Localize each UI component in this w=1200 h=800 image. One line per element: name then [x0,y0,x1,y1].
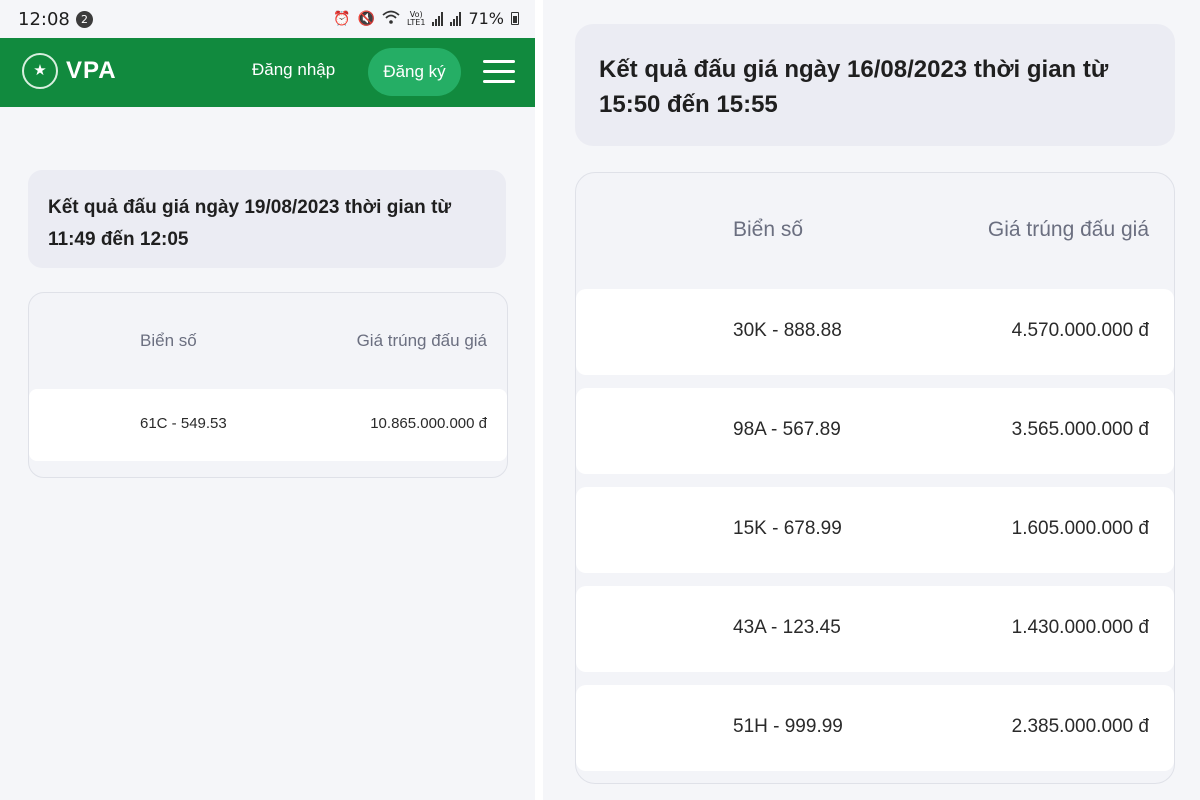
signal-icon [432,11,444,26]
results-table: Biển số Giá trúng đấu giá 61C - 549.53 1… [28,292,508,478]
battery-percent: 71% [468,9,504,28]
column-header-price: Giá trúng đấu giá [356,331,487,350]
winning-price: 10.865.000.000 đ [370,415,487,432]
hamburger-menu-icon[interactable] [483,60,515,84]
emblem-icon: ★ [22,53,58,89]
column-header-plate: Biển số [140,331,197,350]
winning-price: 2.385.000.000 đ [1011,716,1149,737]
notification-badge: 2 [76,11,93,28]
vpa-logo[interactable]: ★ VPA [22,53,117,89]
winning-price: 1.605.000.000 đ [1011,518,1149,539]
auction-title: Kết quả đấu giá ngày 19/08/2023 thời gia… [48,197,452,250]
column-header-plate: Biển số [733,218,804,241]
winning-price: 3.565.000.000 đ [1011,419,1149,440]
status-bar: 12:08 2 ⏰ 🔇 Vo) LTE1 71% [0,0,535,38]
table-row: 51H - 999.99 2.385.000.000 đ [576,685,1174,771]
winning-price: 1.430.000.000 đ [1011,617,1149,638]
table-row: 15K - 678.99 1.605.000.000 đ [576,487,1174,573]
status-icons: ⏰ 🔇 Vo) LTE1 71% [333,9,519,28]
auction-title-card: Kết quả đấu giá ngày 16/08/2023 thời gia… [575,24,1175,146]
signal-icon-2 [450,11,462,26]
plate-number: 43A - 123.45 [733,617,841,638]
site-header: ★ VPA Đăng nhập Đăng ký [0,38,535,107]
table-row: 98A - 567.89 3.565.000.000 đ [576,388,1174,474]
mute-icon: 🔇 [357,10,376,27]
right-screenshot: Kết quả đấu giá ngày 16/08/2023 thời gia… [543,0,1200,800]
table-row: 30K - 888.88 4.570.000.000 đ [576,289,1174,375]
register-button[interactable]: Đăng ký [368,48,461,96]
winning-price: 4.570.000.000 đ [1011,320,1149,341]
status-time: 12:08 [18,9,70,30]
battery-icon [511,12,519,25]
plate-number: 15K - 678.99 [733,518,842,539]
auction-title: Kết quả đấu giá ngày 16/08/2023 thời gia… [599,56,1109,118]
alarm-icon: ⏰ [333,10,351,27]
auction-title-card: Kết quả đấu giá ngày 19/08/2023 thời gia… [28,170,506,268]
left-screenshot: 12:08 2 ⏰ 🔇 Vo) LTE1 71% ★ VPA Đăng nhập … [0,0,535,800]
plate-number: 51H - 999.99 [733,716,843,737]
logo-text: VPA [66,57,117,84]
lte-label: Vo) LTE1 [407,9,426,27]
results-table: Biển số Giá trúng đấu giá 30K - 888.88 4… [575,172,1175,784]
column-header-price: Giá trúng đấu giá [987,218,1149,241]
wifi-icon [382,10,400,28]
table-row: 43A - 123.45 1.430.000.000 đ [576,586,1174,672]
plate-number: 98A - 567.89 [733,419,841,440]
plate-number: 61C - 549.53 [140,415,227,432]
login-link[interactable]: Đăng nhập [252,60,335,80]
plate-number: 30K - 888.88 [733,320,842,341]
table-row: 61C - 549.53 10.865.000.000 đ [29,389,507,461]
